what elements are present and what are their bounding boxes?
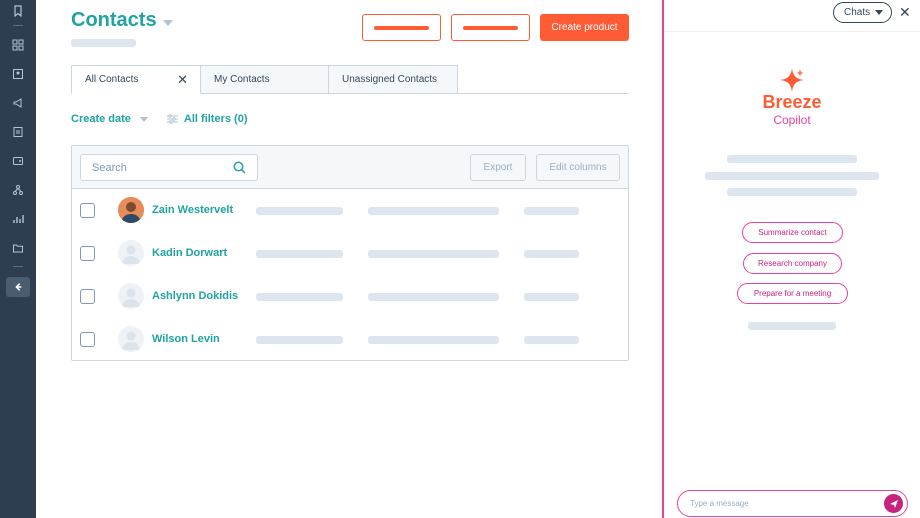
reports-icon[interactable] <box>10 211 26 227</box>
header-action-button-2[interactable] <box>451 14 530 41</box>
close-icon[interactable]: ✕ <box>899 4 911 21</box>
copilot-header: Chats ✕ <box>664 0 920 32</box>
prepare-meeting-button[interactable]: Prepare for a meeting <box>737 283 848 304</box>
avatar <box>118 240 144 266</box>
text-placeholder <box>727 188 857 196</box>
chats-label: Chats <box>844 7 871 18</box>
rail-divider <box>13 266 23 267</box>
chevron-down-icon <box>875 10 884 15</box>
cell-placeholder <box>256 293 343 301</box>
row-checkbox[interactable] <box>80 203 95 218</box>
contact-name-link[interactable]: Kadin Dorwart <box>152 247 227 259</box>
app-window: Contacts Create product All Contacts ✕ M… <box>0 0 920 518</box>
megaphone-icon[interactable] <box>10 95 26 111</box>
bookmark-icon[interactable] <box>10 3 26 19</box>
table-toolbar: Search Export Edit columns <box>72 146 628 189</box>
create-product-button[interactable]: Create product <box>540 14 629 41</box>
document-icon[interactable] <box>10 124 26 140</box>
avatar <box>118 326 144 352</box>
message-input[interactable]: Type a message <box>677 490 908 517</box>
edit-columns-button[interactable]: Edit columns <box>536 154 620 181</box>
view-tabs: All Contacts ✕ My Contacts Unassigned Co… <box>71 65 458 94</box>
user-placeholder-icon <box>122 331 140 350</box>
summarize-contact-button[interactable]: Summarize contact <box>742 222 843 243</box>
tabs-divider <box>458 93 629 94</box>
send-button[interactable] <box>884 494 903 513</box>
network-icon[interactable] <box>10 182 26 198</box>
copilot-label: Copilot <box>773 113 811 127</box>
rail-divider <box>13 25 23 26</box>
filter-icon <box>166 114 178 124</box>
close-icon[interactable]: ✕ <box>177 72 188 88</box>
header-action-button-1[interactable] <box>362 14 441 41</box>
row-checkbox[interactable] <box>80 289 95 304</box>
send-icon <box>889 499 898 508</box>
table-row[interactable]: Wilson Levin <box>72 318 628 361</box>
cell-placeholder <box>524 336 579 344</box>
sparkle-icon <box>780 68 804 92</box>
cell-placeholder <box>524 250 579 258</box>
cell-placeholder <box>524 293 579 301</box>
tab-all-contacts[interactable]: All Contacts ✕ <box>71 65 201 94</box>
cell-placeholder <box>368 207 499 215</box>
tab-label: My Contacts <box>214 74 270 85</box>
tab-label: Unassigned Contacts <box>342 74 438 85</box>
text-placeholder <box>748 322 836 330</box>
cell-placeholder <box>256 336 343 344</box>
subtitle-placeholder <box>71 39 136 47</box>
button-label-placeholder <box>374 25 429 30</box>
text-placeholder <box>705 172 879 180</box>
arrow-left-icon <box>15 283 22 291</box>
chats-dropdown[interactable]: Chats <box>833 2 892 23</box>
all-filters-button[interactable]: All filters (0) <box>184 113 248 125</box>
folder-icon[interactable] <box>10 240 26 256</box>
collapse-nav-button[interactable] <box>6 277 30 297</box>
contacts-table: Search Export Edit columns Zain Westerve… <box>71 145 629 361</box>
breeze-logo: Breeze <box>762 92 822 112</box>
tab-label: All Contacts <box>85 74 139 85</box>
search-placeholder: Search <box>92 161 127 174</box>
cell-placeholder <box>368 293 499 301</box>
cell-placeholder <box>368 336 499 344</box>
text-placeholder <box>727 155 857 163</box>
user-placeholder-icon <box>122 288 140 307</box>
page-title: Contacts <box>71 9 157 31</box>
row-checkbox[interactable] <box>80 332 95 347</box>
tab-unassigned-contacts[interactable]: Unassigned Contacts <box>329 65 458 94</box>
table-row[interactable]: Zain Westervelt <box>72 189 628 232</box>
grid-icon[interactable] <box>10 37 26 53</box>
filter-bar: Create date All filters (0) <box>71 113 248 125</box>
cell-placeholder <box>256 250 343 258</box>
search-icon[interactable] <box>233 161 246 177</box>
create-date-filter[interactable]: Create date <box>71 113 131 125</box>
contact-name-link[interactable]: Zain Westervelt <box>152 204 233 216</box>
cell-placeholder <box>256 207 343 215</box>
export-button[interactable]: Export <box>470 154 526 181</box>
wallet-icon[interactable] <box>10 153 26 169</box>
left-nav-rail <box>0 0 36 518</box>
table-row[interactable]: Kadin Dorwart <box>72 232 628 275</box>
contact-name-link[interactable]: Wilson Levin <box>152 333 220 345</box>
research-company-button[interactable]: Research company <box>743 253 842 274</box>
search-input[interactable]: Search <box>80 154 258 181</box>
user-placeholder-icon <box>122 245 140 264</box>
page-title-dropdown[interactable]: Contacts <box>71 9 173 32</box>
contact-name-link[interactable]: Ashlynn Dokidis <box>152 290 238 302</box>
chevron-down-icon <box>162 19 173 26</box>
row-checkbox[interactable] <box>80 246 95 261</box>
avatar <box>118 283 144 309</box>
cell-placeholder <box>524 207 579 215</box>
avatar <box>118 197 144 223</box>
copilot-panel: Chats ✕ Breeze Copilot Summarize contact… <box>662 0 920 518</box>
table-row[interactable]: Ashlynn Dokidis <box>72 275 628 318</box>
button-label-placeholder <box>463 25 518 30</box>
tab-my-contacts[interactable]: My Contacts <box>201 65 329 94</box>
chevron-down-icon[interactable] <box>139 116 148 122</box>
message-placeholder: Type a message <box>690 499 749 508</box>
contacts-icon[interactable] <box>10 66 26 82</box>
cell-placeholder <box>368 250 499 258</box>
